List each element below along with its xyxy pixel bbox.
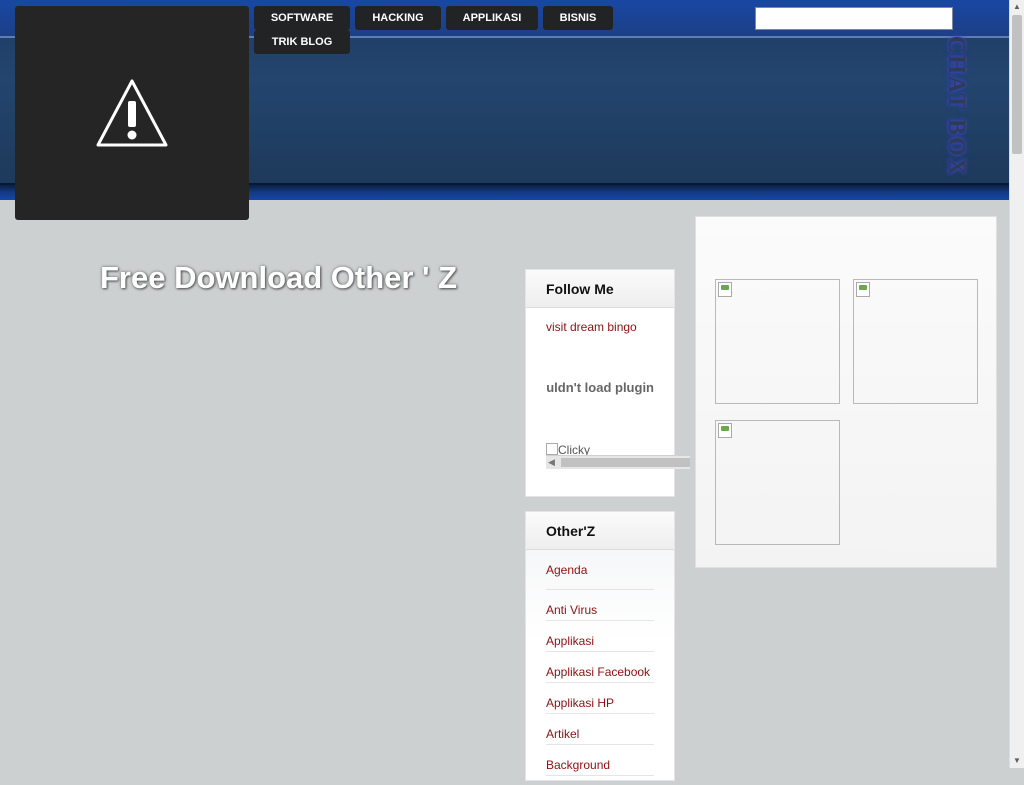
ad-image-slot[interactable] bbox=[715, 420, 840, 545]
search-input[interactable] bbox=[755, 7, 953, 30]
widget-heading: Other'Z bbox=[526, 512, 674, 550]
horizontal-scrollbar[interactable]: ◀ bbox=[546, 455, 690, 469]
category-background[interactable]: Background bbox=[546, 758, 610, 772]
category-applikasi-hp[interactable]: Applikasi HP bbox=[546, 696, 614, 710]
scroll-left-icon[interactable]: ◀ bbox=[548, 457, 555, 468]
broken-image-icon bbox=[718, 282, 732, 297]
nav-applikasi[interactable]: APPLIKASI bbox=[446, 6, 538, 30]
list-item: Applikasi Facebook bbox=[546, 652, 654, 683]
scrollbar-thumb[interactable] bbox=[1012, 15, 1022, 154]
category-applikasi[interactable]: Applikasi bbox=[546, 634, 594, 648]
follow-me-widget: Follow Me visit dream bingo Couldn't loa… bbox=[525, 269, 690, 497]
category-artikel[interactable]: Artikel bbox=[546, 727, 579, 741]
nav-hacking[interactable]: HACKING bbox=[355, 6, 441, 30]
broken-image-icon bbox=[546, 443, 558, 455]
list-item: Applikasi HP bbox=[546, 683, 654, 714]
scroll-up-icon[interactable]: ▲ bbox=[1010, 0, 1024, 14]
chat-box-tab[interactable]: CHAT BOX bbox=[938, 28, 974, 184]
plugin-error-message: Couldn't load plugin. bbox=[546, 380, 654, 395]
clicky-broken-image[interactable]: Clicky bbox=[546, 443, 654, 455]
vertical-scrollbar[interactable]: ▲ ▼ bbox=[1009, 0, 1024, 768]
broken-image-icon bbox=[856, 282, 870, 297]
ad-image-slot[interactable] bbox=[715, 279, 840, 404]
warning-triangle-icon bbox=[96, 79, 168, 147]
category-anti-virus[interactable]: Anti Virus bbox=[546, 603, 597, 617]
image-ad-panel bbox=[695, 216, 997, 568]
widget-heading: Follow Me bbox=[526, 270, 674, 308]
list-item: Anti Virus bbox=[546, 590, 654, 621]
scrollbar-thumb[interactable] bbox=[561, 458, 690, 467]
broken-image-icon bbox=[718, 423, 732, 438]
chat-box-label: CHAT BOX bbox=[943, 35, 970, 177]
list-item: Applikasi bbox=[546, 621, 654, 652]
list-item: Artikel bbox=[546, 714, 654, 745]
visit-dream-bingo-link[interactable]: visit dream bingo bbox=[546, 320, 637, 334]
category-agenda[interactable]: Agenda bbox=[546, 563, 587, 577]
category-list: Agenda Anti Virus Applikasi Applikasi Fa… bbox=[546, 550, 654, 776]
category-applikasi-facebook[interactable]: Applikasi Facebook bbox=[546, 665, 650, 679]
nav-software[interactable]: SOFTWARE bbox=[254, 6, 350, 30]
logo-broken-image[interactable] bbox=[15, 6, 249, 220]
nav-trik-blog[interactable]: TRIK BLOG bbox=[254, 30, 350, 54]
list-item: Background bbox=[546, 745, 654, 776]
ad-image-slot[interactable] bbox=[853, 279, 978, 404]
scroll-down-icon[interactable]: ▼ bbox=[1010, 754, 1024, 768]
nav-bisnis[interactable]: BISNIS bbox=[543, 6, 613, 30]
list-item: Agenda bbox=[546, 550, 654, 590]
categories-widget: Other'Z Agenda Anti Virus Applikasi Appl… bbox=[525, 511, 675, 781]
page-title: Free Download Other ' Z bbox=[100, 260, 458, 295]
